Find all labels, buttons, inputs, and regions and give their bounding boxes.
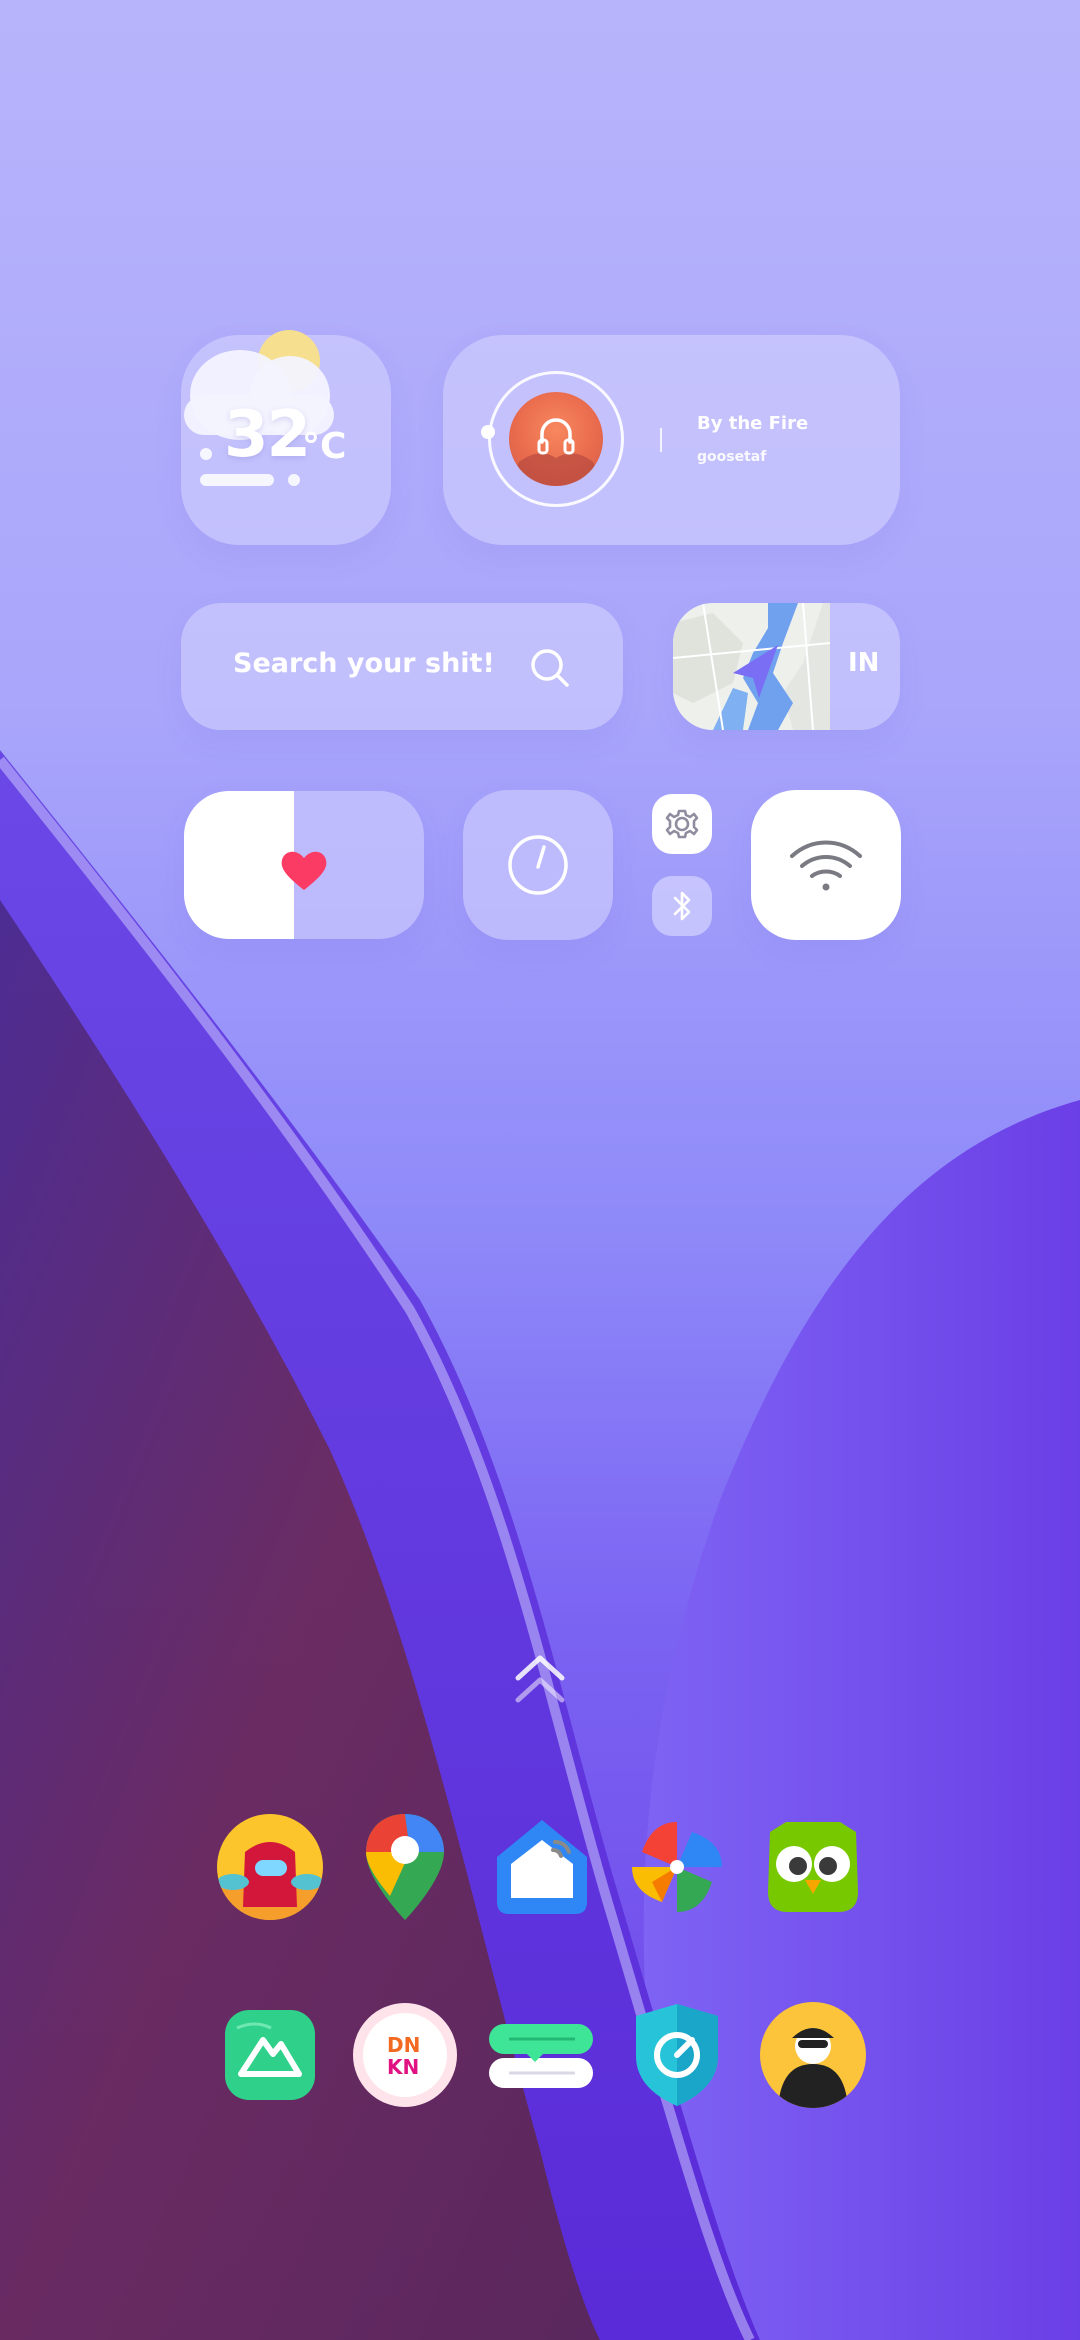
- vpn-shield-icon: [636, 2004, 718, 2106]
- home-app[interactable]: [487, 1812, 597, 1922]
- duolingo-owl-icon: [768, 1822, 858, 1912]
- swipe-up-icon[interactable]: [510, 1650, 570, 1710]
- album-art[interactable]: [509, 392, 603, 486]
- weather-dot: [200, 448, 212, 460]
- progress-knob[interactable]: [481, 425, 495, 439]
- song-artist: goosetaf: [697, 449, 767, 465]
- among-us-icon: [217, 1814, 323, 1920]
- dunkin-icon: DN KN: [353, 2003, 457, 2107]
- temperature-value: 32: [224, 398, 311, 472]
- home-icon: [497, 1820, 587, 1914]
- vpn-app[interactable]: [622, 2000, 732, 2110]
- dunkin-app[interactable]: DN KN: [350, 2000, 460, 2110]
- wifi-icon: [790, 840, 862, 891]
- alltrails-icon: [225, 2010, 315, 2100]
- pinwheel-app[interactable]: [622, 1812, 732, 1922]
- clock-icon: [508, 835, 568, 895]
- alltrails-app[interactable]: [215, 2000, 325, 2110]
- song-title: By the Fire: [697, 413, 809, 434]
- weather-bar: [200, 474, 274, 486]
- chat-bubbles-icon: [489, 2024, 593, 2088]
- bluetooth-toggle[interactable]: [652, 876, 712, 936]
- map-thumbnail[interactable]: [673, 603, 830, 730]
- gear-icon: [665, 809, 699, 839]
- chat-app[interactable]: [487, 2000, 597, 2110]
- google-maps-icon: [366, 1814, 444, 1920]
- svg-text:KN: KN: [387, 2055, 419, 2079]
- incognito-app[interactable]: [758, 2000, 868, 2110]
- bluetooth-icon: [673, 891, 691, 921]
- heart-icon: [281, 851, 327, 890]
- heart-panel: [184, 791, 294, 939]
- headphones-icon: [509, 418, 603, 486]
- search-icon[interactable]: [528, 646, 572, 690]
- pinwheel-icon: [632, 1822, 722, 1912]
- temperature-unit: °C: [302, 426, 347, 467]
- among-us-app[interactable]: [215, 1812, 325, 1922]
- duolingo-app[interactable]: [758, 1812, 868, 1922]
- weather-dot: [288, 474, 300, 486]
- home-screen: 32 °C By the Fire goosetaf Search your s…: [0, 0, 1080, 2340]
- incognito-avatar-icon: [760, 2002, 866, 2108]
- svg-text:DN: DN: [387, 2033, 420, 2057]
- divider: [660, 428, 662, 452]
- search-placeholder[interactable]: Search your shit!: [233, 648, 495, 679]
- country-code: IN: [848, 648, 880, 678]
- google-maps-app[interactable]: [350, 1812, 460, 1922]
- settings-toggle[interactable]: [652, 794, 712, 854]
